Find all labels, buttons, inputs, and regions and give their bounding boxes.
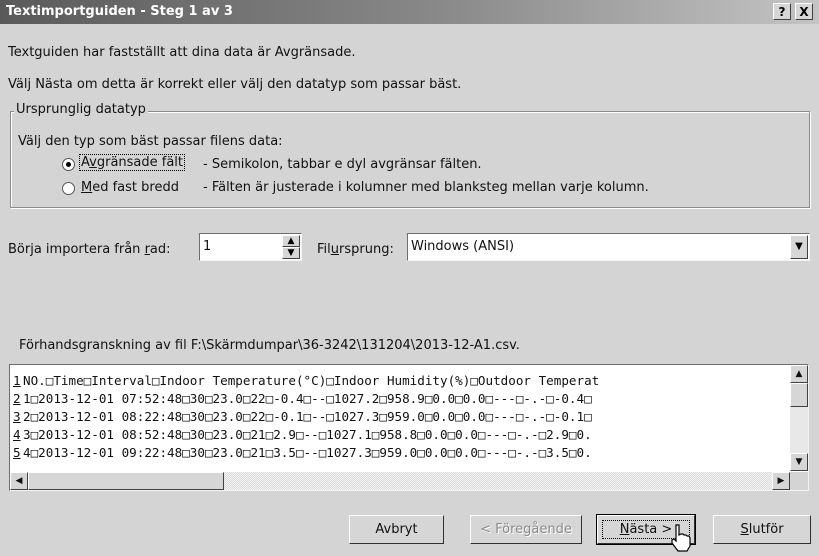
scroll-up-arrow[interactable]: ▲ xyxy=(790,365,808,383)
file-origin-label: Filursprung: xyxy=(317,242,394,257)
focus-rect: Avgränsade fält xyxy=(79,154,186,171)
horizontal-scrollbar[interactable]: ◀ ▶ xyxy=(10,472,790,490)
hand-cursor-icon xyxy=(671,524,691,552)
scroll-down-arrow[interactable]: ▼ xyxy=(790,453,808,471)
preview-row: 3 2□2013-12-01 08:22:48□30□23.0□22□-0.1□-… xyxy=(13,409,592,424)
horizontal-scroll-thumb[interactable] xyxy=(28,472,224,490)
finish-button[interactable]: Slutför xyxy=(713,515,811,544)
start-row-label: Börja importera från rad: xyxy=(8,242,171,257)
radio-delimited[interactable] xyxy=(62,158,75,171)
file-origin-select[interactable]: Windows (ANSI) xyxy=(407,233,810,261)
cancel-button[interactable]: Avbryt xyxy=(349,515,444,544)
datatype-legend: Ursprunglig datatyp xyxy=(14,102,148,117)
radio-fixed-width[interactable] xyxy=(62,182,75,195)
preview-caption: Förhandsgranskning av fil F:\Skärmdumpar… xyxy=(19,338,520,353)
radio-selected-dot xyxy=(66,162,71,167)
dropdown-arrow-button[interactable]: ▼ xyxy=(790,235,808,259)
preview-row: 1 NO.□Time□Interval□Indoor Temperature(°C… xyxy=(13,373,600,388)
preview-row: 5 4□2013-12-01 09:22:48□30□23.0□21□3.5□--… xyxy=(13,445,592,460)
spin-up-button[interactable]: ▲ xyxy=(282,235,300,247)
window-title: Textimportguiden - Steg 1 av 3 xyxy=(6,4,233,19)
datatype-prompt: Välj den typ som bäst passar filens data… xyxy=(18,134,283,149)
option-delimited-description: - Semikolon, tabbar e dyl avgränsar fält… xyxy=(203,157,482,172)
option-fixed-width-label[interactable]: Med fast bredd xyxy=(81,180,179,195)
scroll-left-arrow[interactable]: ◀ xyxy=(10,472,28,490)
option-fixed-width-description: - Fälten är justerade i kolumner med bla… xyxy=(203,180,649,195)
preview-row: 2 1□2013-12-01 07:52:48□30□23.0□22□-0.4□-… xyxy=(13,391,592,406)
scroll-right-arrow[interactable]: ▶ xyxy=(772,472,790,490)
intro-line-2: Välj Nästa om detta är korrekt eller väl… xyxy=(8,77,462,92)
option-delimited-label[interactable]: Avgränsade fält xyxy=(79,154,186,171)
preview-pane[interactable]: 1 NO.□Time□Interval□Indoor Temperature(°C… xyxy=(9,364,809,491)
vertical-scroll-thumb[interactable] xyxy=(790,383,808,407)
help-button[interactable]: ? xyxy=(773,3,791,20)
back-button[interactable]: < Föregående xyxy=(470,515,582,544)
spin-down-button[interactable]: ▼ xyxy=(282,247,300,259)
intro-line-1: Textguiden har fastställt att dina data … xyxy=(8,45,356,60)
close-button[interactable]: X xyxy=(795,3,813,20)
scrollbar-corner xyxy=(790,472,808,490)
vertical-scrollbar[interactable]: ▲ ▼ xyxy=(790,365,808,471)
title-bar: Textimportguiden - Steg 1 av 3 xyxy=(0,0,819,24)
preview-row: 4 3□2013-12-01 08:52:48□30□23.0□21□2.9□--… xyxy=(13,427,592,442)
